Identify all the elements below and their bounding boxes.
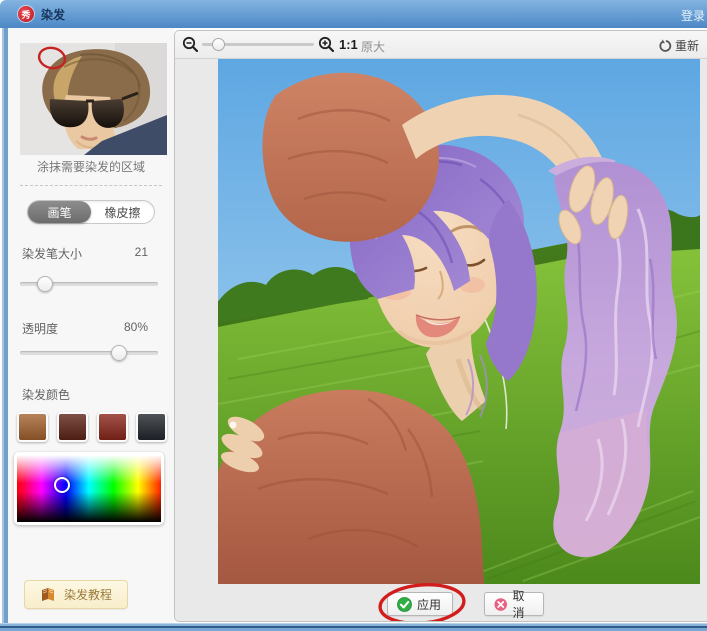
sidebar: 涂抹需要染发的区域 画笔 橡皮擦 染发笔大小 21 透明度 80% 染发颜色 染… xyxy=(8,28,174,623)
guide-thumbnail xyxy=(20,43,167,155)
opacity-slider-track[interactable] xyxy=(20,351,158,355)
titlebar: 秀 染发 登录 xyxy=(0,0,707,28)
window-title: 染发 xyxy=(41,7,66,22)
redo-label: 重新 xyxy=(674,39,699,53)
color-swatch-red[interactable] xyxy=(97,412,128,442)
brush-size-slider-thumb[interactable] xyxy=(36,276,53,292)
photo-image xyxy=(218,59,700,584)
tutorial-button[interactable]: 染发教程 xyxy=(24,580,128,609)
book-icon xyxy=(41,588,54,601)
zoom-ratio-label[interactable]: 1:1 xyxy=(339,37,358,52)
undo-arrow-icon xyxy=(659,38,672,52)
divider xyxy=(20,185,162,186)
opacity-slider[interactable] xyxy=(20,345,158,361)
zoom-slider-thumb[interactable] xyxy=(211,38,225,51)
brush-size-value: 21 xyxy=(134,245,148,259)
cancel-x-icon xyxy=(494,597,508,611)
tutorial-button-label: 染发教程 xyxy=(63,588,112,602)
brush-size-label: 染发笔大小 xyxy=(22,247,83,261)
login-link[interactable]: 登录 xyxy=(681,7,705,24)
apply-button-label: 应用 xyxy=(417,597,442,612)
color-picker-panel[interactable] xyxy=(14,452,164,525)
app-logo-icon: 秀 xyxy=(18,6,34,22)
guide-thumbnail-image xyxy=(20,43,167,155)
color-swatch-brown[interactable] xyxy=(17,412,48,442)
window-frame-bottom xyxy=(0,623,707,631)
cancel-button[interactable]: 取消 xyxy=(484,589,544,620)
cancel-button-label: 取消 xyxy=(512,589,525,620)
window-frame-left xyxy=(0,28,8,623)
apply-check-icon xyxy=(397,596,412,612)
opacity-label: 透明度 xyxy=(22,322,59,336)
color-picker-selector[interactable] xyxy=(54,477,70,493)
canvas-toolbar: 1:1 原大 重新 xyxy=(175,31,707,59)
brush-size-row: 染发笔大小 21 xyxy=(22,245,148,262)
zoom-out-icon[interactable] xyxy=(182,36,199,53)
eraser-tool-button[interactable]: 橡皮擦 xyxy=(91,201,154,223)
thumbnail-caption: 涂抹需要染发的区域 xyxy=(36,160,145,174)
apply-button[interactable]: 应用 xyxy=(387,592,453,616)
opacity-slider-thumb[interactable] xyxy=(111,345,128,361)
app-window: 秀 染发 登录 涂抹需要染发的区域 画笔 橡皮擦 染发笔大小 21 透明度 80… xyxy=(0,0,707,631)
opacity-row: 透明度 80% xyxy=(22,320,148,337)
dye-color-label: 染发颜色 xyxy=(22,388,71,402)
opacity-value: 80% xyxy=(123,320,148,334)
zoom-ratio-suffix: 原大 xyxy=(361,40,386,54)
color-swatch-black[interactable] xyxy=(136,412,167,442)
brush-size-slider[interactable] xyxy=(20,276,158,292)
color-picker-gradient[interactable] xyxy=(17,455,161,522)
redo-control[interactable]: 重新 xyxy=(658,37,699,54)
zoom-in-icon[interactable] xyxy=(318,36,335,53)
tool-segment-control: 画笔 橡皮擦 xyxy=(27,200,155,224)
zoom-slider[interactable] xyxy=(202,37,314,52)
canvas-panel: 1:1 原大 重新 应用 取消 xyxy=(174,30,707,622)
color-swatch-darkred[interactable] xyxy=(57,412,88,442)
brush-tool-button[interactable]: 画笔 xyxy=(28,201,91,223)
edited-photo[interactable] xyxy=(218,59,700,584)
